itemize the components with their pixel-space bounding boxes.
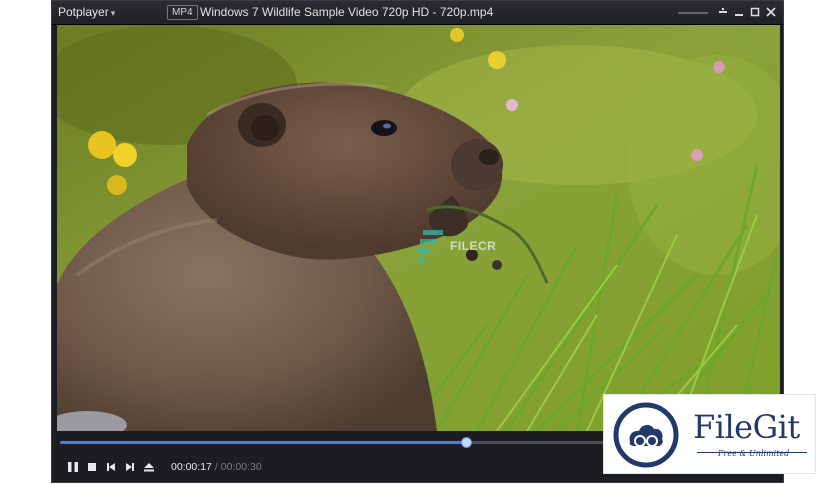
maximize-button[interactable] — [747, 4, 763, 20]
pin-icon — [719, 8, 727, 13]
previous-icon — [107, 463, 115, 471]
app-name: Potplayer — [58, 5, 109, 19]
control-bar: 00:00:17/00:00:30 — [64, 458, 262, 476]
close-icon — [766, 7, 776, 17]
filecr-watermark: FILECR — [417, 230, 496, 262]
file-title: Windows 7 Wildlife Sample Video 720p HD … — [200, 5, 494, 19]
seek-thumb[interactable] — [460, 437, 472, 448]
minimize-button[interactable] — [731, 4, 747, 20]
next-icon — [126, 463, 134, 471]
previous-button[interactable] — [102, 459, 120, 475]
time-separator: / — [214, 461, 218, 473]
minimize-icon — [735, 14, 743, 16]
chevron-down-icon: ▾ — [110, 8, 116, 18]
total-time: 00:00:30 — [220, 461, 262, 473]
next-button[interactable] — [121, 459, 139, 475]
current-time: 00:00:17 — [171, 461, 212, 473]
time-display: 00:00:17/00:00:30 — [171, 461, 262, 473]
app-menu-button[interactable]: Potplayer ▾ — [58, 5, 115, 19]
filecr-text: FILECR — [450, 239, 497, 253]
title-bar[interactable]: Potplayer ▾ MP4 Windows 7 Wildlife Sample… — [52, 1, 783, 25]
opacity-slider[interactable] — [678, 12, 708, 14]
pause-button[interactable] — [64, 459, 82, 475]
eject-icon — [144, 463, 154, 472]
stop-icon — [88, 463, 96, 471]
filegit-logo-icon — [613, 402, 679, 468]
eject-button[interactable] — [140, 459, 158, 475]
window-controls — [715, 4, 779, 20]
maximize-icon — [750, 7, 760, 17]
filegit-badge: FileGit Free & Unlimited — [604, 395, 815, 473]
seek-progress — [60, 441, 466, 444]
format-badge: MP4 — [167, 5, 198, 20]
pause-icon — [68, 462, 78, 472]
video-frame[interactable] — [57, 25, 780, 431]
marmot-video-image — [57, 25, 780, 431]
close-button[interactable] — [763, 4, 779, 20]
stop-button[interactable] — [83, 459, 101, 475]
filecr-logo-icon — [417, 230, 443, 262]
filegit-tagline: Free & Unlimited — [718, 449, 790, 458]
filegit-name: FileGit — [693, 408, 800, 446]
pin-button[interactable] — [715, 4, 731, 20]
